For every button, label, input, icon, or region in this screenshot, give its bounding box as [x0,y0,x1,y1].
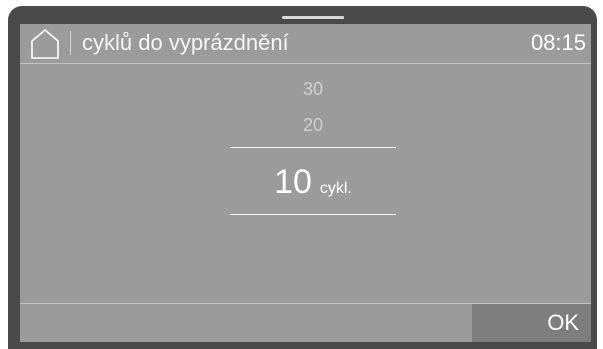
cycle-count-picker[interactable]: 30 20 10 cykl. [230,70,396,230]
header-bar: cyklů do vyprázdnění 08:15 [20,24,591,64]
picker-option-30[interactable]: 30 [230,78,396,100]
ok-button[interactable]: OK [472,304,591,342]
selection-line-bottom [230,214,396,215]
picker-option-20[interactable]: 20 [230,114,396,136]
home-button[interactable] [28,26,62,60]
clock-time: 08:15 [530,30,586,55]
picker-selected-item[interactable]: 10 cykl. [230,162,396,202]
selection-line-top [230,147,396,148]
home-icon [31,28,59,59]
ok-button-label: OK [547,310,579,335]
pull-down-handle[interactable] [282,16,344,19]
display-screen: cyklů do vyprázdnění 08:15 30 20 10 cykl.… [20,24,591,342]
header-divider [70,31,71,55]
page-title: cyklů do vyprázdnění [82,30,289,55]
selected-unit: cykl. [319,180,352,197]
selected-value: 10 [274,163,312,201]
